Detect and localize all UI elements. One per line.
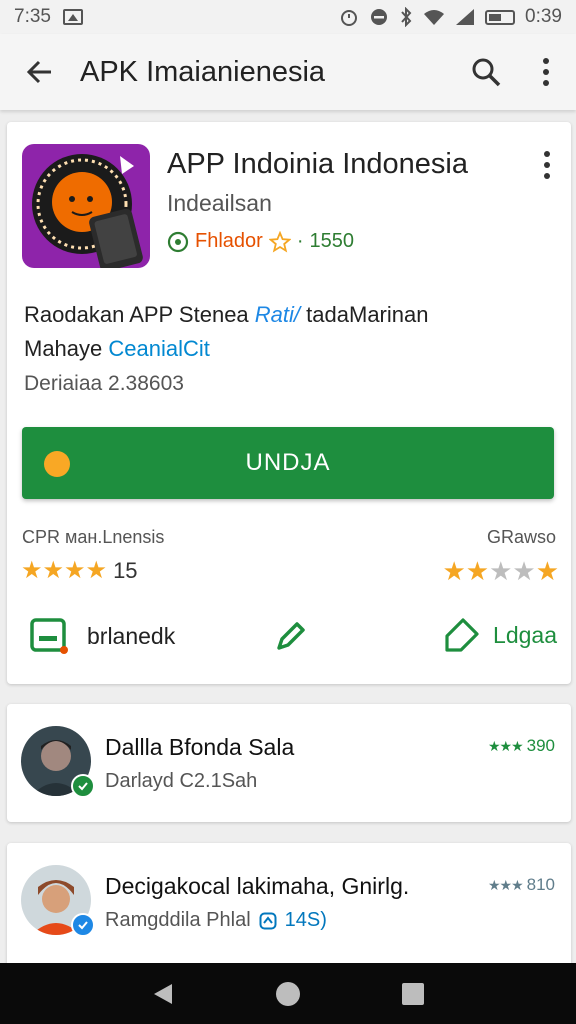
verified-check-icon — [71, 913, 95, 937]
review-score-value: 390 — [526, 736, 555, 755]
rating-count: 1550 — [309, 230, 354, 252]
page-title: APK Imaianienesia — [80, 55, 326, 88]
review-card[interactable]: Decigakocal lakimaha, Gnirlg. Ramgddila … — [7, 843, 571, 973]
search-icon — [472, 58, 501, 87]
description-text-b: tadaMarinan — [306, 302, 429, 327]
app-description: Raodakan APP Stenea Rati/ tadaMarinan Ma… — [24, 298, 428, 366]
app-details-card: APP Indoinia Indonesia Indeailsan Fhlado… — [7, 122, 571, 684]
alarm-icon — [341, 10, 358, 26]
developer-name[interactable]: Indeailsan — [167, 190, 272, 217]
star-outline-icon — [268, 230, 291, 253]
nav-recents-button[interactable] — [393, 974, 433, 1014]
reply-count: 14S) — [284, 909, 327, 931]
rating-left-label: CPR ман.Lnensis — [22, 527, 165, 547]
star-full-icon: ★ — [64, 557, 86, 584]
install-button-label: UNDJA — [245, 449, 331, 476]
star-full-icon: ★ — [442, 556, 466, 586]
rating-left-count: 15 — [113, 557, 138, 583]
nav-home-button[interactable] — [268, 974, 308, 1014]
star-full-icon: ★ — [21, 557, 43, 584]
description-link-b[interactable]: CeanialCit — [108, 336, 210, 361]
reviewer-subtitle: Ramgddila Phlal 14S) — [105, 909, 327, 932]
battery-icon — [485, 9, 516, 25]
reviewer-name: Dallla Bfonda Sala — [105, 734, 295, 760]
review-score: ★★★ 390 — [488, 736, 555, 756]
status-time: 7:35 — [14, 6, 51, 27]
app-version: Deriaiaa 2.38603 — [24, 372, 184, 395]
system-nav-bar — [0, 963, 576, 1024]
status-bar: 7:35 0:39 — [0, 0, 576, 34]
install-badge-icon — [44, 451, 70, 477]
tag-icon — [445, 618, 479, 652]
star-full-icon: ★ — [465, 556, 490, 586]
app-icon[interactable] — [22, 144, 150, 268]
rating-left-stars: ★ ★ ★ ★ 15 — [21, 556, 138, 585]
verified-check-icon — [71, 774, 95, 798]
star-half-icon: ★ — [85, 557, 108, 584]
library-icon — [30, 618, 68, 654]
more-vert-icon — [543, 58, 549, 86]
circle-home-icon — [275, 981, 300, 1006]
verified-circle-icon — [167, 231, 189, 252]
dnd-icon — [371, 9, 388, 25]
signal-icon — [456, 9, 475, 25]
library-action[interactable]: brlanedk — [29, 616, 175, 656]
install-button[interactable]: UNDJA — [22, 427, 554, 499]
review-score: ★★★ 810 — [488, 875, 555, 895]
description-text-c: Mahaye — [24, 336, 103, 361]
editor-badge-text: Fhlador — [195, 230, 263, 252]
reviewer-name: Decigakocal lakimaha, Gnirlg. — [105, 873, 410, 899]
description-link-a[interactable]: Rati/ — [255, 302, 300, 327]
app-meta-row: Fhlador · 1550 — [167, 230, 354, 253]
more-vert-icon — [544, 151, 550, 179]
star-half-icon: ★ — [535, 556, 559, 586]
arrow-back-icon — [26, 60, 51, 84]
rating-right-label: GRawso — [486, 527, 556, 547]
status-clock: 0:39 — [525, 6, 562, 27]
nav-back-button[interactable] — [143, 974, 183, 1014]
bluetooth-icon — [401, 7, 412, 27]
reviewer-avatar[interactable] — [21, 865, 95, 937]
edit-pencil-icon — [277, 622, 305, 650]
reviewer-subtitle: Darlayd C2.1Sah — [105, 770, 257, 793]
rating-stars-icon: ★★★ — [487, 737, 524, 754]
square-recents-icon — [402, 982, 425, 1005]
edit-action-button[interactable] — [273, 618, 309, 659]
search-button[interactable] — [456, 34, 516, 110]
wifi-icon — [424, 10, 445, 25]
reviewer-avatar[interactable] — [21, 726, 95, 798]
reviewer-subtitle-text: Ramgddila Phlal — [105, 909, 251, 931]
app-more-button[interactable] — [535, 148, 559, 184]
star-empty-icon: ★ — [512, 556, 536, 586]
share-action-label: Ldgaa — [493, 621, 557, 648]
triangle-back-icon — [153, 983, 172, 1004]
meta-separator: · — [296, 230, 304, 252]
rating-right-stars[interactable]: ★ ★ ★ ★ ★ — [442, 556, 559, 587]
rating-stars-icon: ★★★ — [487, 876, 524, 893]
review-score-value: 810 — [526, 875, 555, 894]
app-name: APP Indoinia Indonesia — [167, 148, 468, 180]
description-line-1: Raodakan APP Stenea Rati/ tadaMarinan — [24, 298, 428, 332]
overflow-menu-button[interactable] — [516, 34, 576, 110]
image-notification-icon — [62, 9, 83, 25]
star-empty-icon: ★ — [489, 556, 513, 586]
share-action[interactable]: Ldgaa — [443, 616, 557, 654]
back-button[interactable] — [0, 34, 80, 110]
library-action-label: brlanedk — [87, 622, 176, 649]
review-card[interactable]: Dallla Bfonda Sala Darlayd C2.1Sah ★★★ 3… — [7, 704, 571, 822]
description-line-2: Mahaye CeanialCit — [24, 332, 428, 366]
reply-icon — [259, 912, 277, 929]
app-logo-icon — [32, 154, 143, 268]
action-row: brlanedk Ldgaa — [7, 610, 571, 670]
star-full-icon: ★ — [42, 557, 65, 584]
description-text-a: Raodakan APP Stenea — [24, 302, 249, 327]
reviewer-subtitle-text: Darlayd C2.1Sah — [105, 770, 258, 792]
app-bar: APK Imaianienesia — [0, 34, 576, 110]
